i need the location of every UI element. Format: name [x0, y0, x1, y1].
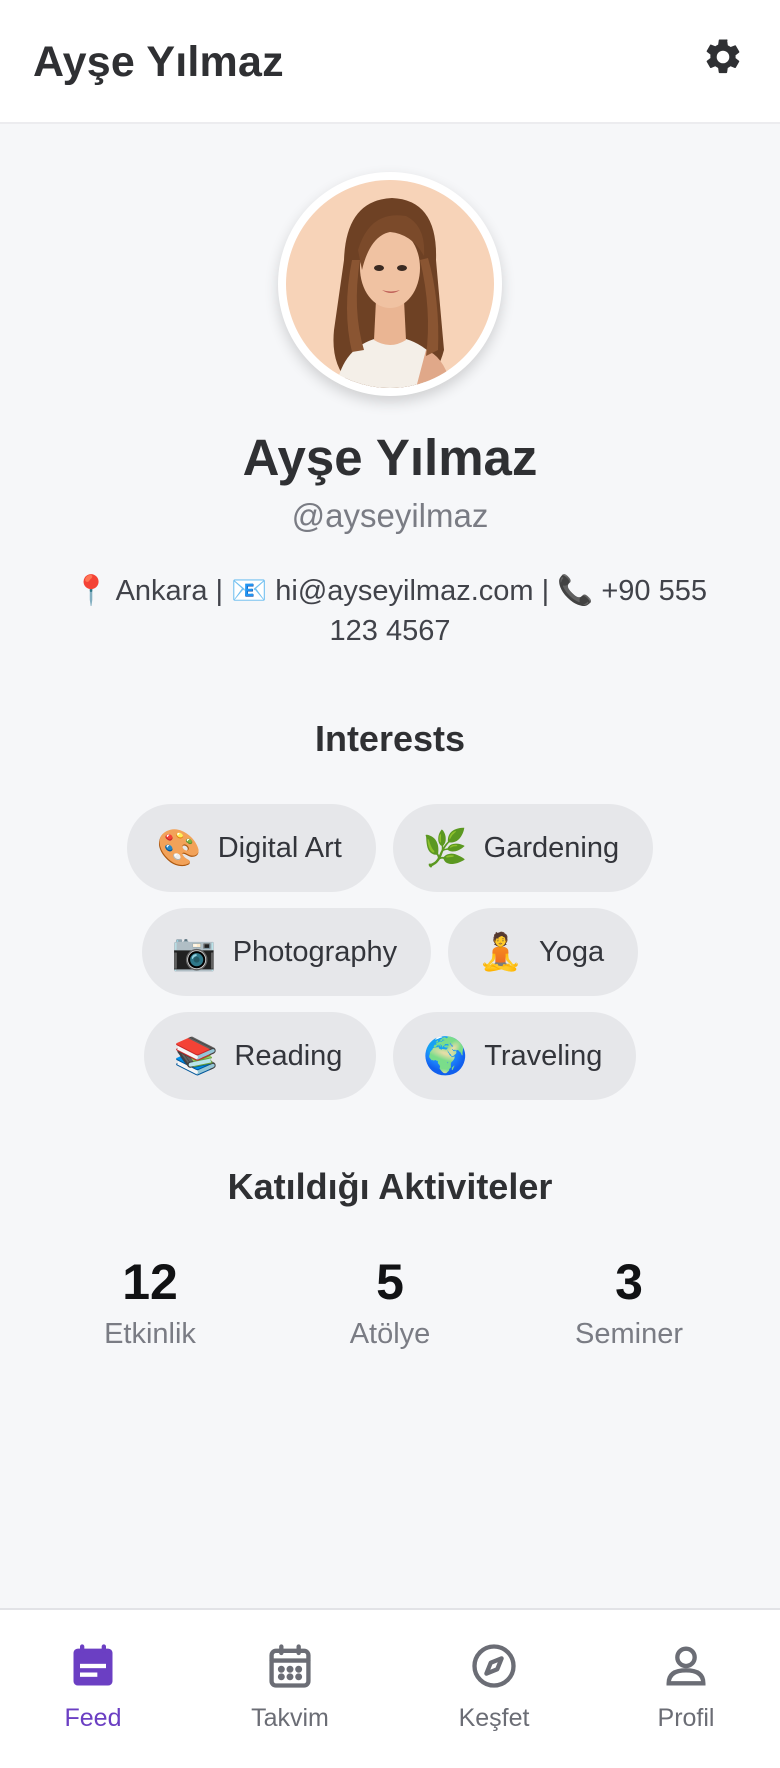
- interests-row-3: 📚 Reading 🌍 Traveling: [0, 1012, 780, 1100]
- interest-chip-yoga[interactable]: 🧘 Yoga: [448, 908, 639, 996]
- stat-atolye: 5 Atölye: [280, 1250, 500, 1351]
- palette-icon: 🎨: [156, 827, 202, 868]
- page-title: Ayşe Yılmaz: [33, 38, 284, 86]
- interest-label: Digital Art: [217, 831, 342, 864]
- avatar[interactable]: [278, 172, 502, 396]
- nav-label: Feed: [64, 1704, 122, 1732]
- feed-icon: [73, 1644, 113, 1686]
- interest-chip-traveling[interactable]: 🌍 Traveling: [393, 1012, 637, 1100]
- interest-chip-gardening[interactable]: 🌿 Gardening: [392, 804, 654, 892]
- contact-info: 📍 Ankara | 📧 hi@ayseyilmaz.com | 📞 +90 5…: [73, 575, 707, 647]
- globe-icon: 🌍: [423, 1035, 469, 1076]
- bottom-navigation: Feed Takvim Keşfet Profil: [0, 1608, 780, 1768]
- herb-icon: 🌿: [422, 827, 468, 868]
- compass-icon: [472, 1644, 516, 1688]
- profile-screen: Ayşe Yılmaz Ayşe Yılmaz @ayseyilmaz 📍 An…: [0, 0, 780, 1768]
- books-icon: 📚: [173, 1035, 219, 1076]
- gear-icon: [706, 39, 740, 74]
- profile-name: Ayşe Yılmaz: [242, 429, 538, 486]
- nav-label: Keşfet: [458, 1704, 530, 1732]
- stat-label: Seminer: [575, 1318, 683, 1350]
- interests-row-1: 🎨 Digital Art 🌿 Gardening: [0, 804, 780, 892]
- avatar-image: [286, 180, 494, 388]
- interest-chip-digital-art[interactable]: 🎨 Digital Art: [126, 804, 376, 892]
- interest-label: Reading: [234, 1039, 343, 1072]
- settings-button[interactable]: [700, 34, 746, 80]
- stat-value: 5: [376, 1254, 404, 1310]
- stat-label: Etkinlik: [104, 1318, 196, 1350]
- interest-label: Yoga: [539, 935, 605, 968]
- interests-title: Interests: [314, 718, 466, 759]
- top-app-bar: Ayşe Yılmaz: [0, 0, 780, 124]
- interest-chip-photography[interactable]: 📷 Photography: [141, 908, 432, 996]
- calendar-icon: [269, 1644, 311, 1688]
- nav-label: Takvim: [251, 1704, 329, 1732]
- user-icon: [666, 1646, 706, 1686]
- nav-item-feed[interactable]: Feed: [23, 1640, 163, 1733]
- nav-label: Profil: [657, 1704, 715, 1732]
- stat-seminer: 3 Seminer: [519, 1250, 739, 1351]
- interest-chip-reading[interactable]: 📚 Reading: [143, 1012, 377, 1100]
- profile-handle: @ayseyilmaz: [291, 497, 489, 534]
- interests-row-2: 📷 Photography 🧘 Yoga: [0, 908, 780, 996]
- stat-value: 3: [615, 1254, 643, 1310]
- interest-label: Gardening: [483, 831, 620, 864]
- camera-icon: 📷: [171, 931, 217, 972]
- stat-label: Atölye: [349, 1318, 431, 1350]
- interest-label: Photography: [232, 935, 398, 968]
- nav-item-kesfet[interactable]: Keşfet: [424, 1640, 564, 1733]
- nav-item-takvim[interactable]: Takvim: [220, 1640, 360, 1733]
- yoga-icon: 🧘: [478, 931, 524, 972]
- activities-title: Katıldığı Aktiviteler: [227, 1166, 553, 1207]
- nav-item-profil[interactable]: Profil: [616, 1640, 756, 1733]
- stat-etkinlik: 12 Etkinlik: [40, 1250, 260, 1351]
- interest-label: Traveling: [484, 1039, 603, 1072]
- stat-value: 12: [122, 1254, 178, 1310]
